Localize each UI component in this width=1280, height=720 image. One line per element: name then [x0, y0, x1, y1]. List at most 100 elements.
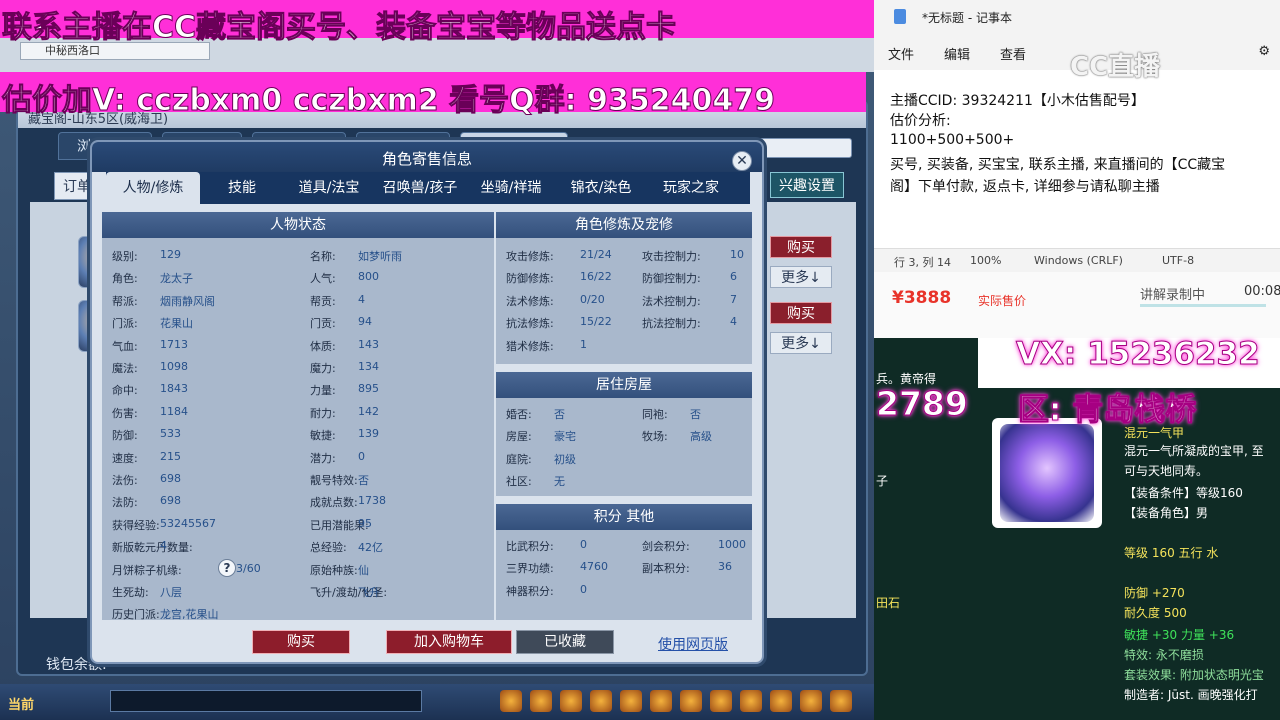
info-row: 人气: 800	[310, 270, 379, 286]
tab-character[interactable]: 人物/修炼	[106, 172, 200, 204]
info-value: 0	[580, 582, 587, 596]
info-row: 防御控制力: 6	[642, 270, 737, 286]
info-row: 同袍: 否	[642, 406, 701, 422]
info-row: 级别: 129	[112, 248, 181, 264]
panel-title: 积分 其他	[496, 504, 752, 530]
info-row: 速度: 215	[112, 450, 181, 466]
info-row: 门贡: 94	[310, 315, 372, 331]
add-to-cart-button[interactable]: 加入购物车	[386, 630, 512, 654]
mail-icon[interactable]	[770, 690, 792, 712]
list-more-button[interactable]: 更多↓	[770, 332, 832, 354]
info-key: 防御:	[112, 429, 138, 443]
info-row: 三界功绩: 4760	[506, 560, 608, 576]
info-row: 猎术修炼: 1	[506, 338, 587, 354]
info-row: 攻击修炼: 21/24	[506, 248, 612, 264]
info-value: 仙	[358, 563, 369, 577]
friend-icon[interactable]	[620, 690, 642, 712]
help-icon[interactable]: ?	[218, 558, 236, 577]
info-value: 1843	[160, 382, 188, 396]
tab-mounts[interactable]: 坐骑/祥瑞	[466, 172, 556, 204]
info-key: 抗法控制力:	[642, 317, 701, 331]
info-key: 靓号特效:	[310, 474, 358, 487]
cursor-position: 行 3, 列 14	[894, 256, 951, 269]
info-key: 门贡:	[310, 317, 336, 331]
info-value: 如梦听雨	[358, 250, 402, 263]
use-web-version-link[interactable]: 使用网页版	[658, 634, 728, 654]
chat-input[interactable]	[110, 690, 422, 712]
info-key: 伤害:	[112, 406, 138, 420]
info-row: 体质: 143	[310, 338, 379, 354]
tab-outfits[interactable]: 锦衣/染色	[556, 172, 646, 204]
promo-text: 联系主播在CC藏宝阁买号、装备宝宝等物品送点卡	[1, 10, 677, 46]
menu-file[interactable]: 文件	[888, 44, 914, 63]
close-icon[interactable]: ✕	[732, 151, 752, 171]
info-row: 比武积分: 0	[506, 538, 587, 554]
skill-icon[interactable]	[530, 690, 552, 712]
tab-pets[interactable]: 召唤兽/孩子	[374, 172, 466, 204]
settings-icon[interactable]	[830, 690, 852, 712]
interest-settings-button[interactable]: 兴趣设置	[770, 172, 844, 198]
guild-icon[interactable]	[710, 690, 732, 712]
gift-icon[interactable]	[680, 690, 702, 712]
info-key: 原始种族:	[310, 563, 358, 577]
info-value: 895	[358, 382, 379, 396]
list-buy-button[interactable]: 购买	[770, 302, 832, 324]
favorited-button[interactable]: 已收藏	[516, 630, 614, 654]
info-row: 神器积分: 0	[506, 583, 587, 599]
info-row: 敏捷: 139	[310, 427, 379, 443]
info-key: 帮派:	[112, 294, 138, 308]
info-key: 神器积分:	[506, 584, 554, 598]
pet-icon[interactable]	[650, 690, 672, 712]
notepad-text-area[interactable]: 主播CCID: 39324211【小木估售配号】 估价分析: 1100+500+…	[874, 70, 1280, 248]
info-value: 129	[160, 248, 181, 261]
info-key: 攻击控制力:	[642, 250, 701, 263]
info-value: 高级	[690, 430, 712, 444]
text-line: 1100+500+500+	[890, 132, 1015, 148]
sale-price-bar: ¥3888 实际售价 讲解录制中 00:08	[874, 272, 1280, 338]
dialog-title: 角色寄售信息	[381, 150, 472, 168]
info-row: 婚否: 否	[506, 406, 565, 422]
info-key: 力量:	[310, 384, 336, 398]
gear-icon[interactable]: ⚙	[1258, 44, 1270, 59]
list-more-button[interactable]: 更多↓	[770, 266, 832, 288]
recording-progress	[1140, 304, 1266, 307]
tab-home[interactable]: 玩家之家	[646, 172, 736, 204]
tab-skills[interactable]: 技能	[200, 172, 284, 204]
team-icon[interactable]	[590, 690, 612, 712]
info-row: 牧场: 高级	[642, 428, 712, 444]
task-icon[interactable]	[560, 690, 582, 712]
text-line: 阁】下单付款, 返点卡, 详细参与请私聊主播	[890, 179, 1160, 195]
info-row: 生死劫: 八层	[112, 584, 182, 600]
info-key: 体质:	[310, 339, 336, 353]
info-key: 门派:	[112, 317, 138, 331]
recording-label: 讲解录制中	[1140, 288, 1206, 303]
house-panel: 居住房屋 婚否: 否房屋: 豪宅 庭院: 初级 社区: 无 同袍: 否牧场: 高级	[496, 372, 752, 496]
item-durability: 耐久度 500	[1124, 606, 1187, 620]
menu-edit[interactable]: 编辑	[944, 44, 970, 63]
info-row: 角色: 龙太子	[112, 270, 193, 286]
info-value: 42亿	[358, 541, 383, 555]
info-value: 4760	[580, 560, 608, 574]
bag-icon[interactable]	[500, 690, 522, 712]
info-key: 攻击修炼:	[506, 250, 554, 263]
tab-items[interactable]: 道具/法宝	[284, 172, 374, 204]
encoding: UTF-8	[1162, 254, 1195, 267]
menu-view[interactable]: 查看	[1000, 44, 1026, 63]
system-icon[interactable]	[740, 690, 762, 712]
channel-label[interactable]: 当前	[8, 694, 34, 713]
info-value: 花果山	[160, 317, 193, 331]
buy-button[interactable]: 购买	[252, 630, 350, 654]
info-row: 门派: 花果山	[112, 315, 193, 331]
info-value: 698	[160, 494, 181, 508]
info-row: 攻击控制力: 10	[642, 248, 744, 264]
info-row: 伤害: 1184	[112, 405, 188, 421]
info-key: 总经验:	[310, 541, 347, 555]
role-sale-info-dialog: 角色寄售信息 ✕ 人物/修炼 技能 道具/法宝 召唤兽/孩子 坐骑/祥瑞 锦衣/…	[90, 140, 764, 664]
info-key: 社区:	[506, 475, 532, 489]
notepad-title: *无标题 - 记事本	[922, 11, 1012, 25]
shop-icon[interactable]	[800, 690, 822, 712]
info-key: 副本积分:	[642, 562, 690, 576]
info-row: 庭院: 初级	[506, 451, 576, 467]
info-value: 飞升	[358, 586, 380, 599]
list-buy-button[interactable]: 购买	[770, 236, 832, 258]
